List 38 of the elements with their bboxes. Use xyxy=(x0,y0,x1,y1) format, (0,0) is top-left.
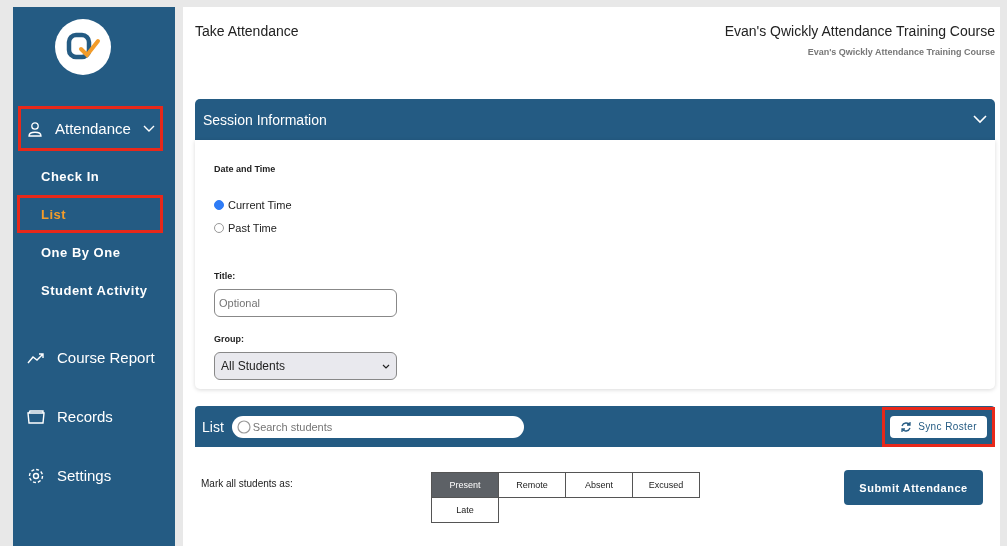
person-icon xyxy=(27,120,43,137)
panel-header[interactable]: Session Information xyxy=(195,99,995,140)
field-label: Group: xyxy=(214,334,244,344)
page-title: Take Attendance xyxy=(195,23,299,41)
trend-icon xyxy=(27,351,45,364)
mark-label: Mark all students as: xyxy=(201,478,294,489)
course-title: Evan's Qwickly Attendance Training Course xyxy=(724,23,995,39)
group-dropdown[interactable]: All Students xyxy=(214,352,397,380)
radio-label: Past Time xyxy=(228,222,277,234)
status-option[interactable]: Present xyxy=(431,472,499,498)
radio-label: Current Time xyxy=(228,199,292,211)
search-field[interactable]: Search students xyxy=(231,415,524,438)
search-icon xyxy=(236,419,251,434)
nav-item[interactable]: Settings xyxy=(18,453,163,498)
panel-title: List xyxy=(202,418,224,435)
logo-icon xyxy=(55,19,111,75)
nav-item[interactable]: Attendance xyxy=(18,106,163,151)
nav-item[interactable]: Course Report xyxy=(18,335,163,380)
submit-button[interactable]: Submit Attendance xyxy=(844,470,983,505)
status-option[interactable]: Excused xyxy=(632,472,700,498)
panel-title: Session Information xyxy=(203,111,327,128)
nav-subitem[interactable]: One By One xyxy=(17,233,163,271)
field-label: Date and Time xyxy=(214,164,276,174)
course-subtitle: Evan's Qwickly Attendance Training Course xyxy=(807,47,995,57)
settings-icon xyxy=(27,466,45,485)
title-field[interactable]: Optional xyxy=(214,289,397,317)
caret-icon xyxy=(382,363,390,369)
folder-icon xyxy=(27,409,45,424)
field-label: Title: xyxy=(214,271,236,281)
radio-button[interactable] xyxy=(214,200,224,210)
nav-subitem[interactable]: Student Activity xyxy=(17,271,163,309)
sync-roster-button[interactable]: Sync Roster xyxy=(890,415,987,438)
status-option[interactable]: Remote xyxy=(498,472,566,498)
status-option[interactable]: Late xyxy=(431,497,499,523)
nav-subitem[interactable]: Check In xyxy=(17,157,163,195)
refresh-icon xyxy=(900,420,913,433)
status-option[interactable]: Absent xyxy=(565,472,633,498)
nav-item[interactable]: Records xyxy=(18,394,163,439)
